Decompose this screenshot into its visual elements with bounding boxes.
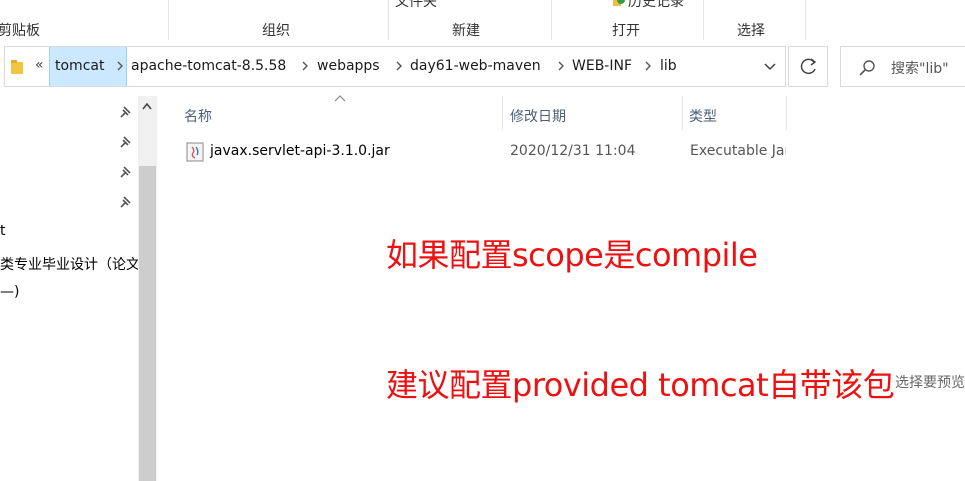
clipboard-group-label: 剪贴板 xyxy=(0,23,40,39)
jar-file-icon xyxy=(186,142,204,162)
refresh-button[interactable] xyxy=(788,46,828,87)
file-explorer-window: 剪贴板 组织 文件夹 新建 历史记录 打开 选择 « tomcat apache… xyxy=(0,0,965,481)
breadcrumb-day61-web-maven[interactable]: day61-web-maven xyxy=(410,47,541,86)
nav-item[interactable]: 类专业毕业设计（论文 xyxy=(0,254,140,274)
chevron-down-icon[interactable] xyxy=(763,62,777,72)
history-icon xyxy=(613,0,625,6)
scroll-up-icon[interactable] xyxy=(142,102,152,110)
chevron-right-icon[interactable] xyxy=(644,61,652,71)
sort-ascending-icon xyxy=(334,95,346,102)
select-group-label: 选择 xyxy=(737,23,765,39)
search-placeholder: 搜索"lib" xyxy=(891,61,949,77)
chevron-right-icon[interactable] xyxy=(301,61,309,71)
pin-icon[interactable] xyxy=(120,166,132,178)
preview-hint: 选择要预览 xyxy=(895,375,965,391)
file-name[interactable]: javax.servlet-api-3.1.0.jar xyxy=(210,143,390,159)
history-button[interactable]: 历史记录 xyxy=(628,0,684,11)
scrollbar-thumb[interactable] xyxy=(139,166,156,481)
file-row[interactable]: javax.servlet-api-3.1.0.jar 2020/12/31 1… xyxy=(180,140,800,164)
ribbon: 剪贴板 组织 文件夹 新建 历史记录 打开 选择 xyxy=(0,0,965,41)
pin-icon[interactable] xyxy=(120,106,132,118)
new-folder-button[interactable]: 文件夹 xyxy=(395,0,437,11)
nav-scrollbar[interactable] xyxy=(138,96,157,481)
refresh-icon xyxy=(800,58,817,75)
search-icon xyxy=(859,60,875,76)
navigation-pane: t 类专业毕业设计（论文 —) xyxy=(0,96,140,481)
file-list: 名称 修改日期 类型 javax.servlet-api-3.1.0.jar 2… xyxy=(158,95,965,481)
ribbon-divider xyxy=(551,0,552,40)
annotation-compile: 如果配置scope是compile xyxy=(386,236,758,274)
column-divider[interactable] xyxy=(502,96,503,130)
chevron-right-icon[interactable] xyxy=(395,61,403,71)
address-bar[interactable]: « tomcat apache-tomcat-8.5.58 webapps da… xyxy=(4,46,786,87)
chevron-right-icon[interactable] xyxy=(557,61,565,71)
breadcrumb-overflow-button[interactable]: « xyxy=(35,57,44,73)
nav-item[interactable]: t xyxy=(0,223,6,239)
column-divider[interactable] xyxy=(682,96,683,130)
column-header-modified[interactable]: 修改日期 xyxy=(510,106,566,126)
pin-icon[interactable] xyxy=(120,136,132,148)
breadcrumb-web-inf[interactable]: WEB-INF xyxy=(572,47,632,86)
folder-icon xyxy=(11,60,23,74)
nav-item[interactable]: —) xyxy=(0,284,19,300)
breadcrumb-webapps[interactable]: webapps xyxy=(317,47,380,86)
ribbon-divider xyxy=(703,0,704,40)
pin-icon[interactable] xyxy=(120,196,132,208)
ribbon-divider xyxy=(805,0,806,40)
new-group-label: 新建 xyxy=(452,23,480,39)
breadcrumb-lib[interactable]: lib xyxy=(660,47,677,86)
address-row: « tomcat apache-tomcat-8.5.58 webapps da… xyxy=(0,40,965,96)
chevron-right-icon[interactable] xyxy=(116,61,124,71)
ribbon-divider xyxy=(388,0,389,40)
annotation-provided: 建议配置provided tomcat自带该包 xyxy=(386,366,895,404)
file-modified: 2020/12/31 11:04 xyxy=(510,143,636,159)
file-type: Executable Jar File xyxy=(690,143,786,159)
breadcrumb-apache-tomcat[interactable]: apache-tomcat-8.5.58 xyxy=(131,47,286,86)
column-header-name[interactable]: 名称 xyxy=(184,106,212,126)
column-divider[interactable] xyxy=(786,96,787,130)
search-input[interactable]: 搜索"lib" xyxy=(840,46,965,87)
ribbon-divider xyxy=(168,0,169,40)
open-group-label: 打开 xyxy=(612,23,640,39)
organize-group-label: 组织 xyxy=(262,23,290,39)
column-header-type[interactable]: 类型 xyxy=(689,106,717,126)
